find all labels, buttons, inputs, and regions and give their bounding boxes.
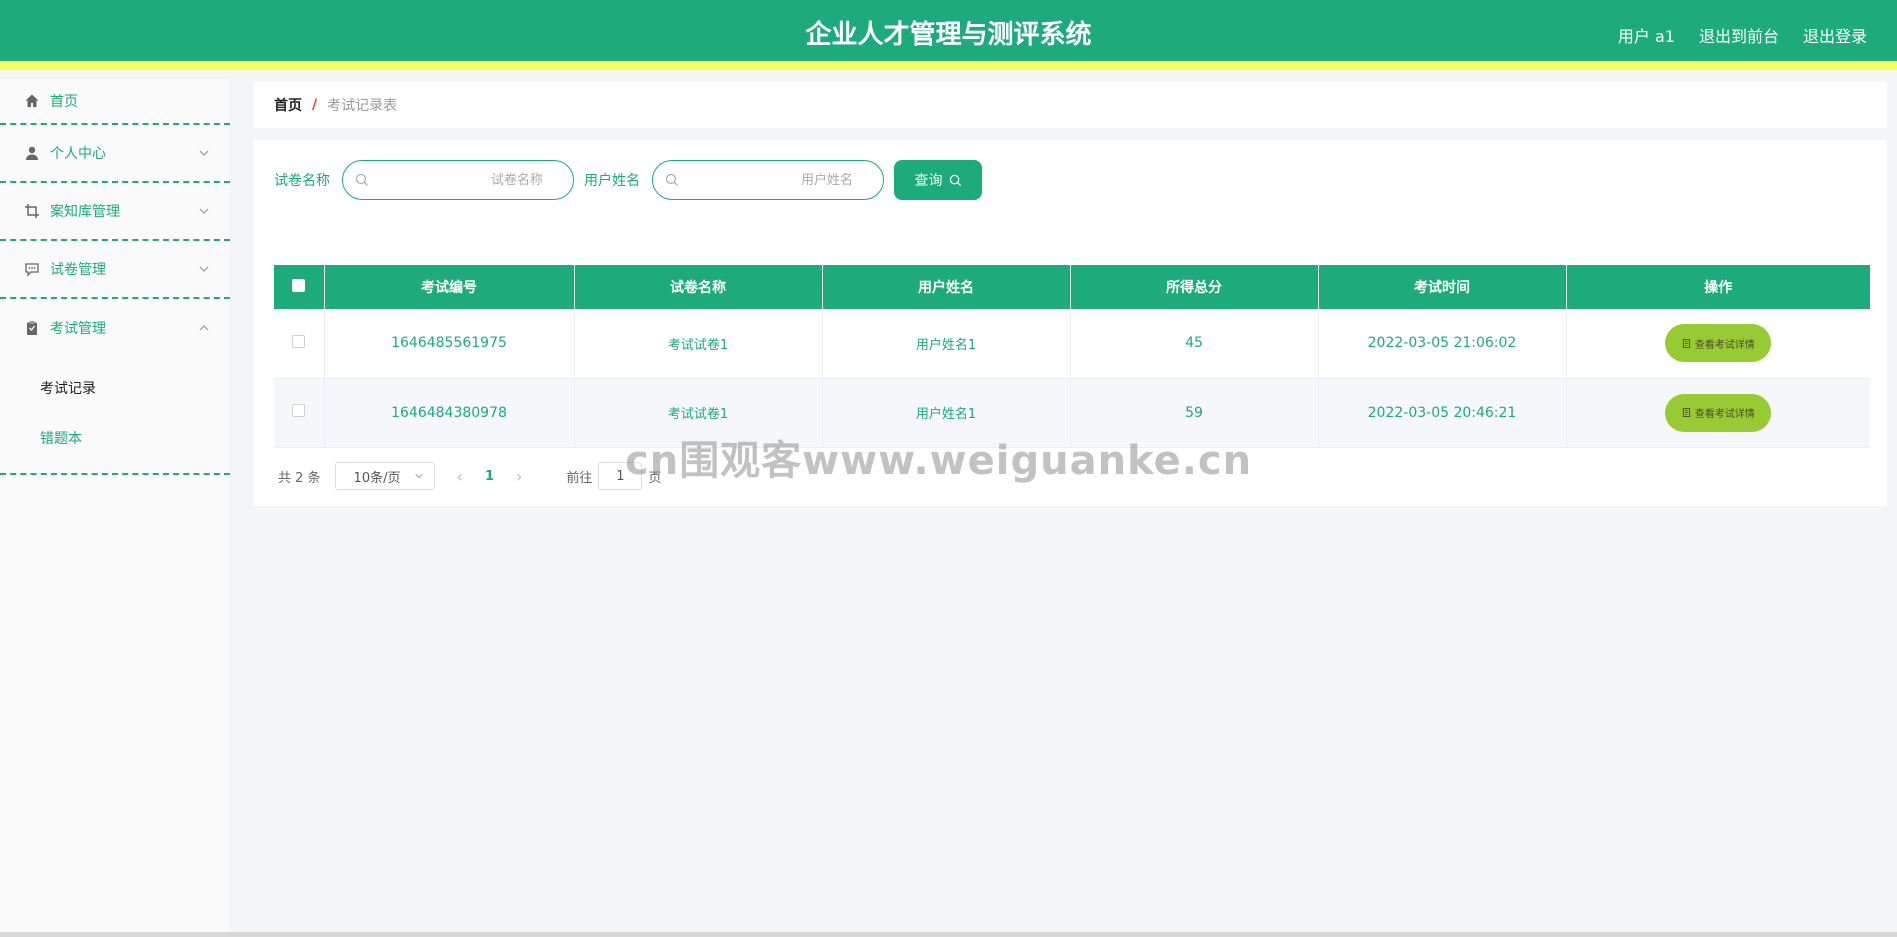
page-number-current[interactable]: 1	[485, 469, 494, 484]
page-size-select[interactable]: 10条/页	[334, 462, 435, 490]
next-page-button[interactable]: ›	[508, 467, 530, 486]
view-exam-detail-label: 查看考试详情	[1694, 409, 1755, 420]
row-select-cell	[274, 309, 325, 378]
exam-record-table: 考试编号 试卷名称 用户姓名 所得总分 考试时间 操作 164648556197…	[274, 265, 1870, 448]
select-all-checkbox[interactable]	[292, 278, 306, 292]
paper-name-cell: 考试试卷1	[574, 309, 823, 378]
select-all-cell	[274, 265, 325, 309]
column-header: 考试时间	[1318, 265, 1567, 309]
sidebar-item-label: 个人中心	[50, 146, 106, 162]
document-icon	[1682, 338, 1690, 348]
chevron-up-icon	[199, 325, 209, 331]
crop-icon	[25, 204, 39, 218]
chevron-down-icon	[199, 266, 209, 272]
search-icon	[355, 173, 368, 186]
prev-page-button[interactable]: ‹	[449, 467, 471, 486]
paper-name-field	[342, 160, 574, 200]
chevron-down-icon	[414, 473, 423, 479]
table-header-row: 考试编号 试卷名称 用户姓名 所得总分 考试时间 操作	[274, 265, 1870, 309]
breadcrumb: 首页 / 考试记录表	[254, 82, 1887, 128]
sidebar-item-home[interactable]: 首页	[0, 79, 230, 125]
paper-name-label: 试卷名称	[274, 173, 330, 189]
sidebar-item-label: 案知库管理	[50, 204, 120, 220]
search-bar: 试卷名称 用户姓名 查询	[274, 160, 982, 200]
paper-name-input[interactable]	[343, 161, 573, 199]
app-header: 企业人才管理与测评系统 用户 a1 退出到前台 退出登录	[0, 0, 1897, 70]
sidebar-item-paper-management[interactable]: 试卷管理	[0, 241, 230, 299]
page-size-value: 10条/页	[353, 470, 401, 486]
content-panel: 试卷名称 用户姓名 查询 考试编号 试卷名称 用户姓名 所得总分 考试时	[254, 140, 1887, 506]
goto-label: 前往	[566, 470, 593, 486]
user-name-cell: 用户姓名1	[822, 378, 1071, 447]
sidebar-item-label: 试卷管理	[50, 262, 106, 278]
breadcrumb-separator: /	[312, 97, 318, 113]
exit-to-front-link[interactable]: 退出到前台	[1699, 23, 1779, 47]
action-cell: 查看考试详情	[1566, 378, 1870, 447]
exam-id-cell: 1646484380978	[324, 378, 575, 447]
exam-time-cell: 2022-03-05 21:06:02	[1318, 309, 1567, 378]
sidebar-item-case-library[interactable]: 案知库管理	[0, 183, 230, 241]
table-row: 1646484380978 考试试卷1 用户姓名1 59 2022-03-05 …	[274, 378, 1870, 447]
column-header: 用户姓名	[822, 265, 1071, 309]
query-button-label: 查询	[914, 172, 943, 188]
column-header: 所得总分	[1070, 265, 1319, 309]
page-suffix: 页	[648, 470, 662, 486]
column-header: 试卷名称	[574, 265, 823, 309]
document-icon	[1682, 408, 1690, 417]
paper-name-cell: 考试试卷1	[574, 378, 823, 447]
user-name-label: 用户姓名	[584, 173, 640, 189]
view-exam-detail-button[interactable]: 查看考试详情	[1665, 393, 1772, 432]
score-cell: 45	[1070, 309, 1319, 378]
sidebar: 首页 个人中心 案知库管理 试卷管理 考试管理 考试记录 错题本	[0, 79, 230, 937]
row-checkbox[interactable]	[292, 334, 306, 348]
search-icon	[949, 174, 961, 186]
home-icon	[25, 94, 39, 107]
search-icon	[665, 173, 678, 186]
view-exam-detail-label: 查看考试详情	[1694, 339, 1755, 351]
user-name-cell: 用户姓名1	[822, 309, 1071, 378]
exam-submenu: 考试记录 错题本	[0, 357, 230, 475]
table-row: 1646485561975 考试试卷1 用户姓名1 45 2022-03-05 …	[274, 309, 1870, 378]
sidebar-subitem-wrong-questions[interactable]: 错题本	[0, 413, 230, 463]
exam-time-cell: 2022-03-05 20:46:21	[1318, 378, 1567, 447]
clipboard-icon	[27, 321, 37, 335]
view-exam-detail-button[interactable]: 查看考试详情	[1665, 324, 1772, 363]
chevron-down-icon	[199, 208, 209, 214]
row-select-cell	[274, 378, 325, 447]
sidebar-item-label: 考试管理	[50, 321, 106, 337]
pagination: 共 2 条 10条/页 ‹ 1 › 前往 页	[278, 462, 661, 490]
goto-page-input[interactable]	[598, 462, 643, 490]
user-name-field	[652, 160, 884, 200]
action-cell: 查看考试详情	[1566, 309, 1870, 378]
sidebar-subitem-exam-records[interactable]: 考试记录	[0, 363, 230, 413]
column-header: 操作	[1704, 280, 1733, 296]
chevron-down-icon	[199, 150, 209, 156]
breadcrumb-current: 考试记录表	[327, 98, 398, 114]
bottom-divider	[0, 932, 1897, 937]
sidebar-item-exam-management[interactable]: 考试管理	[0, 299, 230, 357]
chat-icon	[25, 263, 39, 277]
sidebar-item-label: 首页	[50, 94, 78, 110]
goto-page: 前往 页	[566, 462, 661, 490]
total-count: 共 2 条	[278, 470, 321, 486]
sidebar-item-personal-center[interactable]: 个人中心	[0, 125, 230, 183]
logout-link[interactable]: 退出登录	[1803, 23, 1867, 47]
user-icon	[26, 146, 38, 160]
app-title: 企业人才管理与测评系统	[805, 20, 1092, 50]
query-button[interactable]: 查询	[894, 160, 982, 200]
column-header: 考试编号	[324, 265, 575, 309]
exam-id-cell: 1646485561975	[324, 309, 575, 378]
breadcrumb-home[interactable]: 首页	[274, 95, 302, 115]
current-user-label: 用户 a1	[1617, 27, 1675, 46]
score-cell: 59	[1070, 378, 1319, 447]
user-name-input[interactable]	[653, 161, 883, 199]
header-links: 用户 a1 退出到前台 退出登录	[1618, 0, 1867, 70]
row-checkbox[interactable]	[292, 404, 306, 417]
